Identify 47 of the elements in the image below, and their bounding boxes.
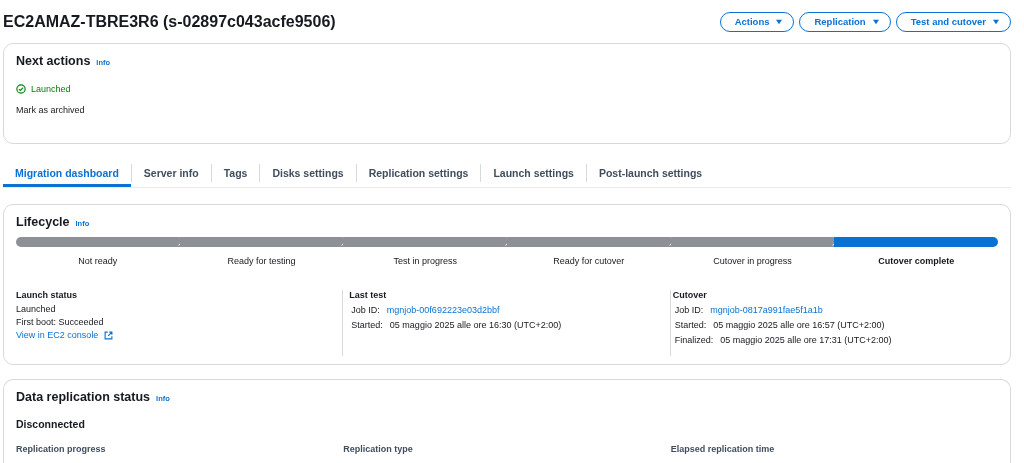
column-heading: Last test [349,290,388,300]
field-label: Replication type [343,444,414,454]
tab[interactable]: Post-launch settings [586,159,715,187]
column-heading: Cutover [672,290,708,300]
external-link-icon [104,331,114,340]
field-value: First boot: Succeeded [16,316,104,329]
field-value: 05 maggio 2025 alle ore 17:31 (UTC+2:00) [720,334,892,347]
status-text: Launched [31,84,71,94]
tab[interactable]: Replication settings [356,159,481,187]
column-heading: Launch status [16,290,78,300]
caret-icon [775,18,784,25]
field-label: Job ID: [674,304,704,317]
tab[interactable]: Tags [211,159,260,187]
tab[interactable]: Migration dashboard [3,159,131,187]
field-label: Started: [674,319,707,332]
page-title: EC2AMAZ-TBRE3R6 (s-02897c043acfe9506) [3,12,336,31]
section-title: Next actions [16,54,91,68]
caret-icon [992,18,1000,25]
job-link[interactable]: mgnjob-0817a991fae5f1a1b [710,303,823,318]
field-label: Replication progress [16,444,107,454]
step-label: Cutover in progress [712,256,793,266]
dropdown-button[interactable]: Test and cutover [895,11,1011,32]
field-label: Elapsed replication time [670,444,776,454]
section-title: Data replication status [16,390,151,404]
caret-icon [871,18,880,25]
step-label: Ready for cutover [552,256,626,266]
step-label: Ready for testing [226,256,297,266]
field-value: Launched [16,303,56,316]
step-label: Cutover complete [877,256,956,266]
job-link[interactable]: mgnjob-00f692223e03d2bbf [386,303,500,318]
check-circle-icon [16,84,26,94]
section-title: Lifecycle [16,215,70,229]
step-label: Not ready [77,256,119,266]
field-label: Started: [351,319,383,332]
tab[interactable]: Disks settings [260,159,356,187]
tab[interactable]: Launch settings [481,159,586,187]
dropdown-button[interactable]: Actions [719,11,795,32]
field-label: Job ID: [351,304,380,317]
field-label: Finalized: [674,334,714,347]
field-value: 05 maggio 2025 alle ore 16:57 (UTC+2:00) [713,319,885,332]
tab[interactable]: Server info [131,159,211,187]
console-link[interactable]: View in EC2 console [16,329,114,342]
action-text: Mark as archived [16,105,86,115]
dropdown-button[interactable]: Replication [799,11,891,32]
step-label: Test in progress [392,256,458,266]
status-text: Disconnected [16,418,86,430]
field-value: 05 maggio 2025 alle ore 16:30 (UTC+2:00) [389,319,562,332]
